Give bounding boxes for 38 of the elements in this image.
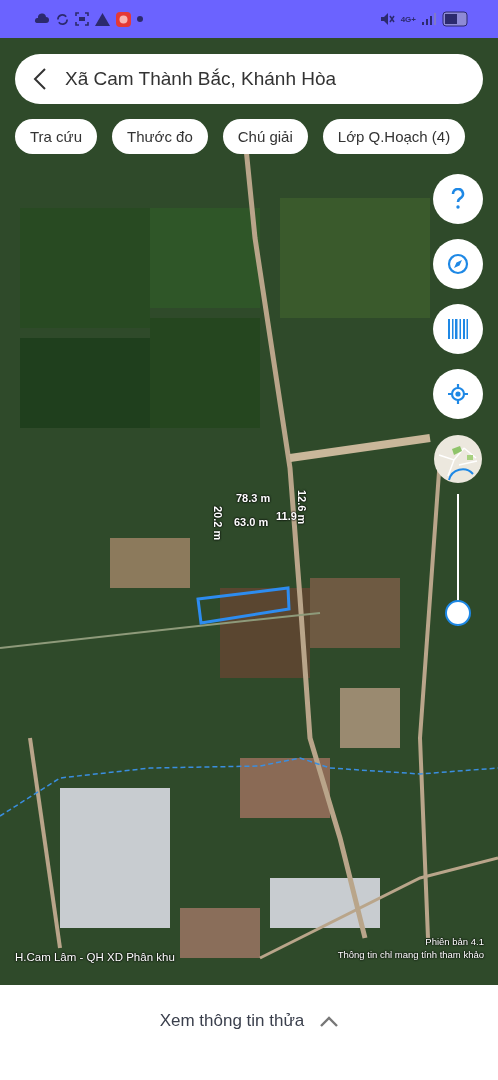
measurement-label: 63.0 m [234, 516, 269, 528]
barcode-icon [447, 318, 469, 340]
mute-icon [379, 12, 395, 26]
disclaimer-text: Thông tin chỉ mang tính tham khảo [337, 949, 484, 960]
measurement-label: 78.3 m [236, 492, 271, 504]
screenshot-icon [75, 12, 89, 26]
chevron-up-icon [320, 1015, 339, 1027]
measurement-label: 12.6 m [296, 490, 308, 525]
street-map-icon [434, 435, 482, 483]
search-bar[interactable]: Xã Cam Thành Bắc, Khánh Hòa [15, 54, 483, 104]
version-label: Phiên bản 4.1 [425, 936, 484, 947]
parcel-info-button[interactable]: Xem thông tin thửa [155, 1007, 343, 1035]
filter-chip[interactable]: Tra cứu [15, 119, 97, 154]
measurement-label: 20.2 m [212, 506, 224, 541]
app-icon [116, 11, 131, 27]
network-type: 4G+ [400, 14, 416, 24]
sync-icon [56, 12, 69, 26]
location-title: Xã Cam Thành Bắc, Khánh Hòa [65, 68, 337, 90]
signal-icon [422, 13, 436, 25]
filter-chip[interactable]: Chú giải [222, 119, 308, 154]
basemap-button[interactable] [433, 434, 483, 484]
filter-chip[interactable]: Lớp Q.Hoạch (4) [322, 119, 466, 154]
warning-icon [95, 12, 110, 26]
battery-icon [442, 11, 468, 27]
filter-chip[interactable]: Thước đo [112, 119, 208, 154]
parcel-info-label: Xem thông tin thửa [159, 1011, 305, 1031]
dot-icon [137, 16, 143, 22]
crosshair-icon [447, 383, 469, 405]
locate-button[interactable] [433, 369, 483, 419]
slider-thumb[interactable] [445, 600, 471, 626]
layer-name: H.Cam Lâm - QH XD Phân khu [15, 951, 175, 963]
barcode-button[interactable] [433, 304, 483, 354]
cloud-icon [34, 13, 50, 25]
help-button[interactable] [433, 174, 483, 224]
help-icon [450, 188, 466, 210]
compass-button[interactable] [433, 239, 483, 289]
back-icon[interactable] [33, 67, 47, 91]
compass-icon [447, 253, 469, 275]
